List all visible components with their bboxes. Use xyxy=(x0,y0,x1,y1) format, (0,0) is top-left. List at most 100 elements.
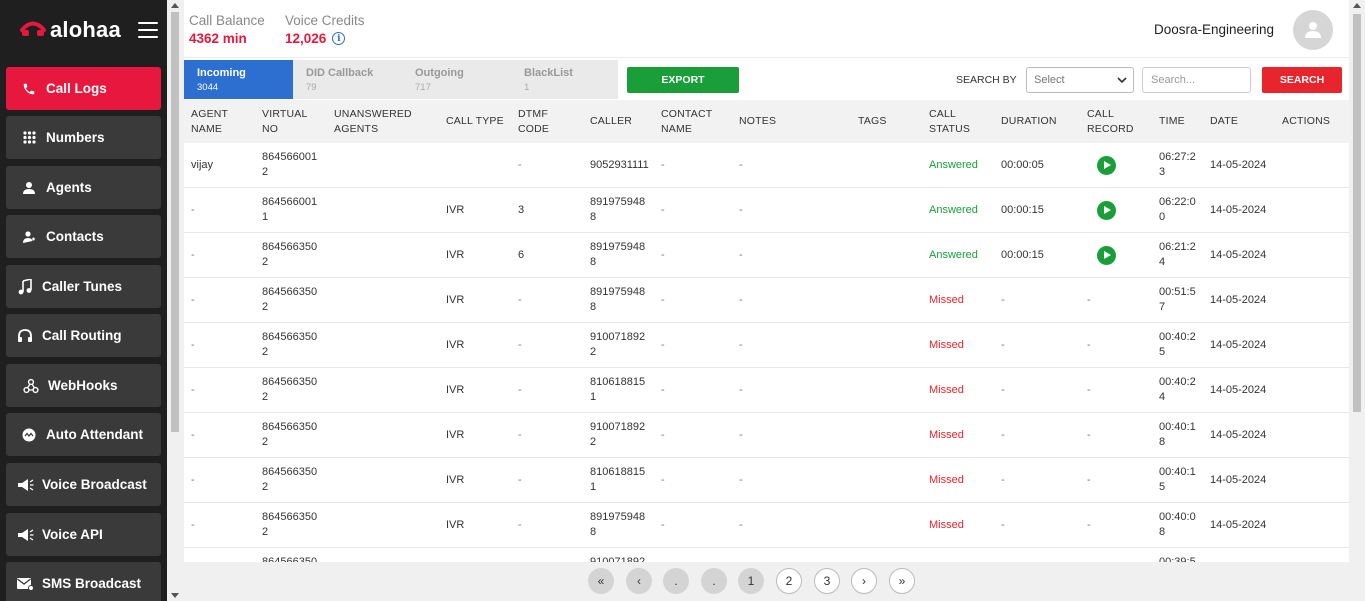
scrollbar-thumb[interactable] xyxy=(1353,14,1361,412)
cell-contact-name-text: - xyxy=(661,473,665,486)
cell-unanswered-agents xyxy=(334,413,424,457)
cell-duration-text: 00:00:15 xyxy=(1001,203,1044,216)
cell-contact-name: - xyxy=(661,503,721,547)
cell-notes-text: - xyxy=(739,473,743,486)
brand: alohaa xyxy=(0,0,167,60)
cell-date: 14-05-2024 xyxy=(1210,143,1280,187)
cell-date: 14-05-2024 xyxy=(1210,413,1280,457)
page-3-button[interactable]: 3 xyxy=(814,568,840,594)
cell-date-text: 14-05-2024 xyxy=(1210,158,1267,171)
page-last-button[interactable]: » xyxy=(889,568,915,594)
cell-call-type: IVR xyxy=(446,368,506,412)
page-2-button[interactable]: 2 xyxy=(776,568,802,594)
cell-dtmf-code: 6 xyxy=(518,233,563,277)
play-icon[interactable] xyxy=(1097,245,1116,265)
cell-unanswered-agents xyxy=(334,143,424,187)
tab-incoming[interactable]: Incoming 3044 xyxy=(184,60,293,99)
sidebar-item-label: Caller Tunes xyxy=(42,279,123,294)
cell-notes: - xyxy=(739,278,789,322)
tab-blacklist[interactable]: BlackList 1 xyxy=(511,60,618,99)
cell-notes: - xyxy=(739,323,789,367)
cell-virtual-no: 8645663502 xyxy=(262,368,328,412)
sidebar: alohaa Call Logs Numbers Agents Contacts… xyxy=(0,0,167,601)
sidebar-item-contacts[interactable]: Contacts xyxy=(6,215,161,258)
info-icon[interactable]: i xyxy=(332,32,346,45)
cell-tags xyxy=(858,188,908,232)
cell-dtmf-code: - xyxy=(518,458,563,502)
sidebar-item-call-routing[interactable]: Call Routing xyxy=(6,314,161,357)
scrollbar-thumb[interactable] xyxy=(171,12,179,432)
cell-tags xyxy=(858,323,908,367)
grid-icon xyxy=(20,129,38,147)
search-by-select[interactable]: Select xyxy=(1026,67,1134,93)
avatar[interactable] xyxy=(1293,10,1333,50)
cell-virtual-no: 8645663502 xyxy=(262,503,328,547)
scroll-down-icon[interactable] xyxy=(171,593,179,598)
sidebar-item-voice-broadcast[interactable]: Voice Broadcast xyxy=(6,463,161,506)
table-row: - 8645663502 IVR 6 8919759488 - - Answered 00:00… xyxy=(184,233,1349,278)
sidebar-item-sms-broadcast[interactable]: SMS Broadcast xyxy=(6,562,161,601)
play-icon[interactable] xyxy=(1097,155,1116,175)
cell-virtual-no: 8645663502 xyxy=(262,278,328,322)
page-prev-button[interactable]: ‹ xyxy=(626,568,652,594)
cell-call-status-text: Missed xyxy=(929,383,964,396)
chevron-down-icon xyxy=(1117,75,1127,87)
sidebar-item-label: Agents xyxy=(46,180,92,195)
tab-count: 717 xyxy=(415,82,431,93)
cell-time: 06:22:00 xyxy=(1159,188,1199,232)
cell-date: 14-05-2024 xyxy=(1210,368,1280,412)
sidebar-item-caller-tunes[interactable]: Caller Tunes xyxy=(6,265,161,308)
sidebar-scrollbar[interactable] xyxy=(168,0,182,601)
tab-outgoing[interactable]: Outgoing 717 xyxy=(402,60,511,99)
cell-unanswered-agents xyxy=(334,233,424,277)
cell-date: 14-05-2024 xyxy=(1210,458,1280,502)
cell-call-type-text: IVR xyxy=(446,203,465,216)
cell-caller-text: 8919759488 xyxy=(590,241,646,268)
cell-call-record[interactable] xyxy=(1087,188,1137,232)
cell-notes-text: - xyxy=(739,158,743,171)
cell-agent-name-text: - xyxy=(191,293,195,306)
cell-dtmf-code: - xyxy=(518,413,563,457)
sidebar-item-voice-api[interactable]: Voice API xyxy=(6,513,161,556)
cell-call-status: Missed xyxy=(929,323,994,367)
cell-virtual-no-text: 8645663502 xyxy=(262,241,318,268)
sidebar-item-webhooks[interactable]: WebHooks xyxy=(6,364,161,407)
page-scrollbar[interactable] xyxy=(1349,0,1365,601)
cell-tags xyxy=(858,368,908,412)
sidebar-item-agents[interactable]: Agents xyxy=(6,166,161,209)
cell-call-type-text: IVR xyxy=(446,383,465,396)
export-button[interactable]: EXPORT xyxy=(627,67,739,93)
sidebar-item-call-logs[interactable]: Call Logs xyxy=(6,67,161,110)
search-input[interactable] xyxy=(1142,67,1251,93)
page-first-button[interactable]: « xyxy=(588,568,614,594)
column-header-unanswered-agents: UNANSWERED AGENTS xyxy=(334,107,412,135)
cell-time-text: 06:22:00 xyxy=(1159,196,1196,223)
cell-dtmf-code-text: - xyxy=(518,518,522,531)
cell-call-status: Missed xyxy=(929,503,994,547)
scroll-up-icon[interactable] xyxy=(171,3,179,8)
cell-caller: 8919759488 xyxy=(590,188,652,232)
cell-unanswered-agents xyxy=(334,368,424,412)
cell-time-text: 00:40:24 xyxy=(1159,376,1196,403)
sidebar-item-label: Voice Broadcast xyxy=(42,477,147,492)
table-header: AGENT NAME VIRTUAL NO UNANSWERED AGENTS … xyxy=(184,100,1349,143)
cell-agent-name-text: - xyxy=(191,428,195,441)
cell-duration-text: - xyxy=(1001,518,1005,531)
page-1-button[interactable]: 1 xyxy=(738,568,764,594)
cell-call-type-text: IVR xyxy=(446,473,465,486)
cell-call-record[interactable] xyxy=(1087,233,1137,277)
cell-duration-text: 00:00:15 xyxy=(1001,248,1044,261)
page-next-button[interactable]: › xyxy=(851,568,877,594)
cell-call-record[interactable] xyxy=(1087,143,1137,187)
sidebar-item-auto-attendant[interactable]: Auto Attendant xyxy=(6,413,161,456)
table-row: - 8645663502 IVR - 8919759488 - - Missed - - 00:40… xyxy=(184,503,1349,548)
tab-did-callback[interactable]: DID Callback 79 xyxy=(293,60,402,99)
scroll-up-icon[interactable] xyxy=(1353,3,1361,8)
sidebar-item-numbers[interactable]: Numbers xyxy=(6,116,161,159)
cell-call-type: IVR xyxy=(446,503,506,547)
cell-caller: 8106188151 xyxy=(590,458,652,502)
menu-icon[interactable] xyxy=(138,22,158,38)
search-button[interactable]: SEARCH xyxy=(1262,67,1342,93)
table-row: - 8645663502 IVR - 8919759488 - - Missed - - 00:51… xyxy=(184,278,1349,323)
play-icon[interactable] xyxy=(1097,200,1116,220)
